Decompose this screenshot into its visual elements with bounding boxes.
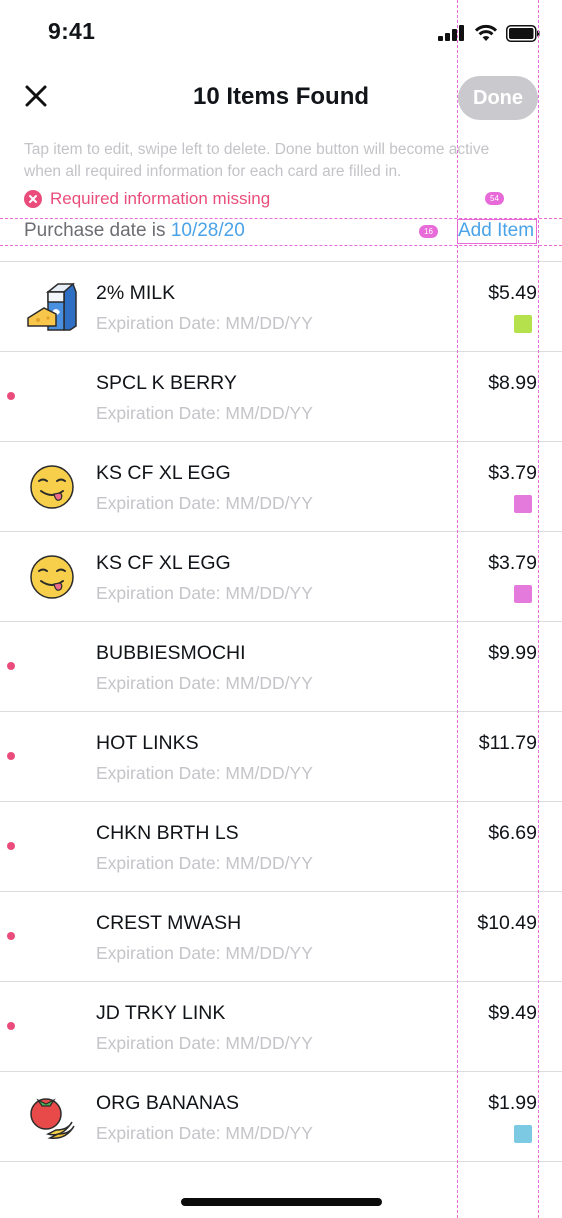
guide-line-horizontal <box>0 245 562 246</box>
category-color-swatch <box>514 1125 532 1143</box>
instructions-text: Tap item to edit, swipe left to delete. … <box>24 141 490 180</box>
required-info-warning: Required information missing <box>24 189 270 209</box>
status-icons <box>438 24 540 42</box>
item-price: $9.49 <box>488 1002 537 1024</box>
item-expiration-date[interactable]: Expiration Date: MM/DD/YY <box>96 943 313 964</box>
item-name: JD TRKY LINK <box>96 1002 226 1024</box>
item-expiration-date[interactable]: Expiration Date: MM/DD/YY <box>96 583 313 604</box>
item-name: CREST MWASH <box>96 912 242 934</box>
yum-face-icon <box>26 552 80 602</box>
item-expiration-date[interactable]: Expiration Date: MM/DD/YY <box>96 403 313 424</box>
yum-face-icon <box>26 462 80 512</box>
home-indicator <box>181 1198 382 1206</box>
wifi-icon <box>474 24 498 41</box>
item-expiration-date[interactable]: Expiration Date: MM/DD/YY <box>96 853 313 874</box>
item-name: CHKN BRTH LS <box>96 822 239 844</box>
category-color-swatch <box>514 495 532 513</box>
item-name: BUBBIESMOCHI <box>96 642 246 664</box>
list-item[interactable]: JD TRKY LINK Expiration Date: MM/DD/YY $9.… <box>0 982 562 1072</box>
item-price: $11.79 <box>478 732 537 754</box>
item-price: $3.79 <box>488 552 537 574</box>
missing-info-dot <box>7 932 15 940</box>
status-bar: 9:41 <box>0 0 562 66</box>
done-button[interactable]: Done <box>458 76 538 120</box>
guide-line-horizontal <box>0 218 562 219</box>
item-price: $3.79 <box>488 462 537 484</box>
item-name: ORG BANANAS <box>96 1092 240 1114</box>
item-name: SPCL K BERRY <box>96 372 237 394</box>
purchase-date: Purchase date is 10/28/20 <box>24 220 245 242</box>
missing-info-dot <box>7 392 15 400</box>
measure-label-width: 54 <box>485 192 504 205</box>
missing-info-dot <box>7 662 15 670</box>
item-name: 2% MILK <box>96 282 176 304</box>
item-expiration-date[interactable]: Expiration Date: MM/DD/YY <box>96 1123 313 1144</box>
list-item[interactable]: KS CF XL EGG Expiration Date: MM/DD/YY $3.… <box>0 442 562 532</box>
item-expiration-date[interactable]: Expiration Date: MM/DD/YY <box>96 493 313 514</box>
list-item[interactable]: KS CF XL EGG Expiration Date: MM/DD/YY $3.… <box>0 532 562 622</box>
item-price: $9.99 <box>488 642 537 664</box>
milk-cheese-icon <box>26 282 80 332</box>
status-time: 9:41 <box>48 18 96 44</box>
cellular-signal-icon <box>438 25 464 41</box>
item-price: $8.99 <box>488 372 537 394</box>
list-item[interactable]: CHKN BRTH LS Expiration Date: MM/DD/YY $6.… <box>0 802 562 892</box>
item-name: KS CF XL EGG <box>96 552 231 574</box>
error-x-icon <box>24 190 42 208</box>
purchase-date-value[interactable]: 10/28/20 <box>171 220 245 241</box>
tomato-banana-icon <box>26 1092 80 1142</box>
item-price: $1.99 <box>488 1092 537 1114</box>
item-expiration-date[interactable]: Expiration Date: MM/DD/YY <box>96 763 313 784</box>
category-color-swatch <box>514 315 532 333</box>
list-item[interactable]: ORG BANANAS Expiration Date: MM/DD/YY $1.9… <box>0 1072 562 1162</box>
missing-info-dot <box>7 752 15 760</box>
header: 10 Items Found Done <box>0 70 562 126</box>
required-info-text: Required information missing <box>50 189 271 208</box>
missing-info-dot <box>7 1022 15 1030</box>
purchase-date-label: Purchase date is <box>24 220 166 241</box>
item-expiration-date[interactable]: Expiration Date: MM/DD/YY <box>96 673 313 694</box>
measure-label-height: 16 <box>419 225 438 238</box>
item-name: KS CF XL EGG <box>96 462 231 484</box>
category-color-swatch <box>514 585 532 603</box>
list-item[interactable]: BUBBIESMOCHI Expiration Date: MM/DD/YY $9.… <box>0 622 562 712</box>
item-expiration-date[interactable]: Expiration Date: MM/DD/YY <box>96 1033 313 1054</box>
item-list: 2% MILK Expiration Date: MM/DD/YY $5.49 SPC… <box>0 261 562 1162</box>
item-price: $5.49 <box>488 282 537 304</box>
item-expiration-date[interactable]: Expiration Date: MM/DD/YY <box>96 313 313 334</box>
list-item[interactable]: SPCL K BERRY Expiration Date: MM/DD/YY $8.… <box>0 352 562 442</box>
add-item-button[interactable]: Add Item <box>458 220 534 242</box>
missing-info-dot <box>7 842 15 850</box>
item-price: $6.69 <box>488 822 537 844</box>
item-price: $10.49 <box>477 912 537 934</box>
battery-icon <box>506 24 540 42</box>
list-item[interactable]: 2% MILK Expiration Date: MM/DD/YY $5.49 <box>0 262 562 352</box>
item-name: HOT LINKS <box>96 732 199 754</box>
list-item[interactable]: CREST MWASH Expiration Date: MM/DD/YY $10.… <box>0 892 562 982</box>
list-item[interactable]: HOT LINKS Expiration Date: MM/DD/YY $11.79 <box>0 712 562 802</box>
